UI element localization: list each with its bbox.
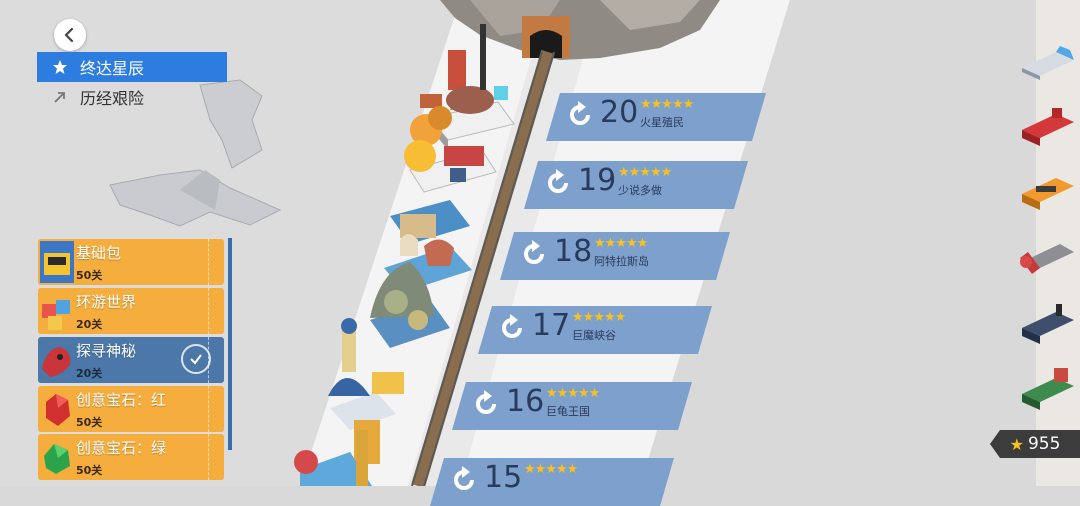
level-banner-17[interactable]: 17 ★★★★★ 巨魔峡谷 <box>478 306 712 354</box>
divider <box>208 288 209 334</box>
level-name: 火星殖民 <box>640 116 684 129</box>
level-name: 巨魔峡谷 <box>572 329 616 342</box>
arrow-icon <box>52 89 68 105</box>
level-banner-19[interactable]: 19 ★★★★★ 少说多做 <box>524 161 748 209</box>
pack-gem-red[interactable]: 创意宝石：红 50关 <box>38 386 224 432</box>
green-steam-train-icon[interactable] <box>1016 366 1078 412</box>
level-stars: ★★★★★ <box>618 165 672 180</box>
pack-count: 50关 <box>76 416 103 429</box>
pack-count: 50关 <box>76 269 103 282</box>
star-score-badge: ★ 955 <box>990 430 1080 458</box>
menu-item-stars[interactable]: 终达星辰 <box>37 52 227 82</box>
pack-gem-green[interactable]: 创意宝石：绿 50关 <box>38 434 224 480</box>
level-stars: ★★★★★ <box>524 462 578 477</box>
replay-icon <box>502 314 522 338</box>
steam-locomotive-icon[interactable] <box>1016 300 1078 346</box>
level-number: 18 <box>554 234 593 269</box>
pack-count: 50关 <box>76 464 103 477</box>
level-number: 15 <box>484 460 523 495</box>
replay-icon <box>454 466 474 490</box>
replay-icon <box>548 169 568 193</box>
red-grey-engine-icon[interactable] <box>1016 234 1078 280</box>
pack-list-scrollbar[interactable] <box>228 238 232 450</box>
red-dragon-thumb-icon <box>42 347 71 377</box>
level-stars: ★★★★★ <box>572 310 626 325</box>
pack-name: 创意宝石：绿 <box>76 439 167 457</box>
level-banner-20[interactable]: 20 ★★★★★ 火星殖民 <box>546 93 766 141</box>
level-name: 巨龟王国 <box>546 405 590 418</box>
red-gem-thumb-icon <box>46 394 70 426</box>
pack-world-tour[interactable]: 环游世界 20关 <box>38 288 224 334</box>
star-score-value: 955 <box>1027 434 1061 454</box>
cubes-thumb-icon <box>42 300 70 330</box>
chevron-left-icon <box>64 27 74 43</box>
divider <box>208 239 209 285</box>
yellow-train-thumb-icon <box>40 241 74 283</box>
level-name: 少说多做 <box>618 184 662 197</box>
divider <box>208 386 209 432</box>
level-number: 17 <box>532 308 571 343</box>
pack-name: 环游世界 <box>76 293 137 311</box>
pack-basic[interactable]: 基础包 50关 <box>38 239 224 285</box>
silver-bullet-train-icon[interactable] <box>1016 38 1078 84</box>
menu-item-label: 终达星辰 <box>80 59 145 78</box>
pack-name: 基础包 <box>76 244 122 262</box>
check-icon <box>181 344 211 374</box>
orange-diesel-train-icon[interactable] <box>1016 166 1078 212</box>
level-number: 16 <box>506 384 545 419</box>
green-gem-thumb-icon <box>44 444 70 474</box>
pack-name: 创意宝石：红 <box>76 391 167 409</box>
pack-count: 20关 <box>76 367 103 380</box>
level-number: 20 <box>600 95 639 130</box>
level-banner-18[interactable]: 18 ★★★★★ 阿特拉斯岛 <box>500 232 730 280</box>
level-stars: ★★★★★ <box>546 386 600 401</box>
star-icon <box>52 59 68 75</box>
pack-explore-mystery[interactable]: 探寻神秘 20关 <box>38 337 224 383</box>
menu-item-label: 历经艰险 <box>80 89 145 108</box>
pack-name: 探寻神秘 <box>76 342 137 360</box>
star-icon: ★ <box>1009 434 1024 454</box>
level-stars: ★★★★★ <box>640 97 694 112</box>
level-banner-15[interactable]: 15 ★★★★★ <box>430 458 674 506</box>
replay-icon <box>570 101 590 125</box>
replay-icon <box>476 390 496 414</box>
menu-item-hardship[interactable]: 历经艰险 <box>37 82 227 112</box>
pack-count: 20关 <box>76 318 103 331</box>
replay-icon <box>524 240 544 264</box>
level-number: 19 <box>578 163 617 198</box>
level-stars: ★★★★★ <box>594 236 648 251</box>
level-banner-16[interactable]: 16 ★★★★★ 巨龟王国 <box>452 382 692 430</box>
divider <box>208 434 209 480</box>
back-button[interactable] <box>54 19 86 51</box>
level-name: 阿特拉斯岛 <box>594 255 649 268</box>
red-locomotive-icon[interactable] <box>1016 102 1078 148</box>
